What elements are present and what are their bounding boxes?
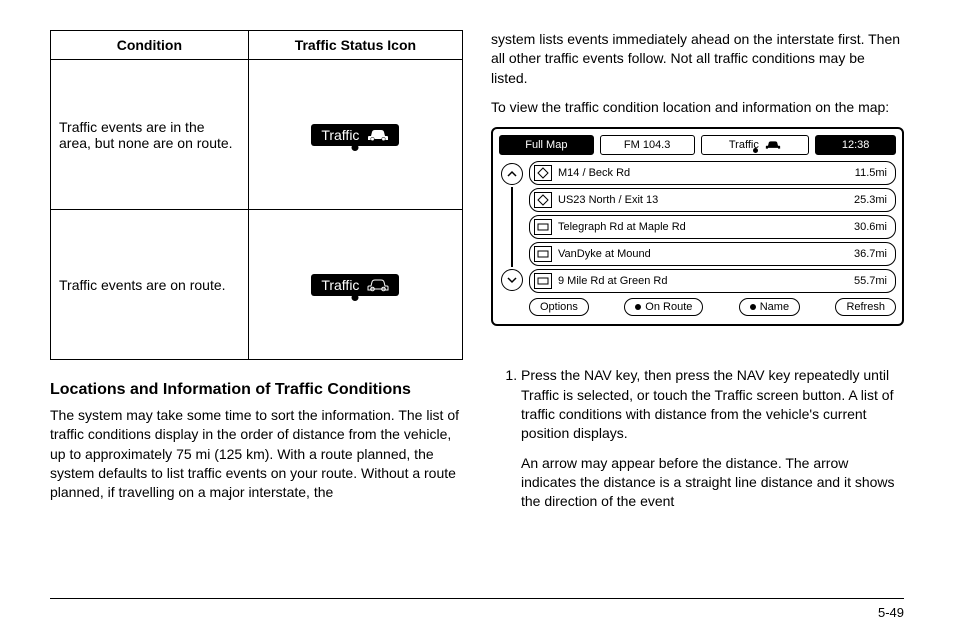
table-row: Traffic events are on route. Traffic bbox=[51, 210, 463, 360]
row-distance: 55.7mi bbox=[850, 275, 887, 287]
row-name: Telegraph Rd at Maple Rd bbox=[558, 221, 844, 233]
refresh-button[interactable]: Refresh bbox=[835, 298, 896, 316]
scroll-up-button[interactable] bbox=[501, 163, 523, 185]
step-1-sub: An arrow may appear before the distance.… bbox=[521, 454, 904, 512]
chevron-down-icon bbox=[507, 276, 517, 284]
instruction-list: Press the NAV key, then press the NAV ke… bbox=[491, 366, 904, 511]
row-distance: 25.3mi bbox=[850, 194, 887, 206]
tab-fullmap[interactable]: Full Map bbox=[499, 135, 594, 155]
traffic-badge-off-route: Traffic bbox=[311, 124, 399, 146]
th-condition: Condition bbox=[51, 31, 249, 60]
cond-2-text: Traffic events are on route. bbox=[51, 210, 249, 360]
traffic-screen-figure: Full Map FM 104.3 Traffic 12:38 bbox=[491, 127, 904, 326]
right-para-2: To view the traffic condition location a… bbox=[491, 98, 904, 117]
btn-label: On Route bbox=[645, 301, 692, 313]
tab-radio[interactable]: FM 104.3 bbox=[600, 135, 695, 155]
row-distance: 30.6mi bbox=[850, 221, 887, 233]
badge-dot-icon bbox=[352, 294, 359, 301]
traffic-event-icon bbox=[534, 165, 552, 181]
traffic-condition-table: Condition Traffic Status Icon Traffic ev… bbox=[50, 30, 463, 360]
left-para: The system may take some time to sort th… bbox=[50, 406, 463, 503]
traffic-event-icon bbox=[534, 219, 552, 235]
list-item[interactable]: M14 / Beck Rd 11.5mi bbox=[529, 161, 896, 185]
scroll-track bbox=[511, 187, 513, 267]
tab-clock[interactable]: 12:38 bbox=[815, 135, 896, 155]
tab-dot-icon bbox=[753, 148, 758, 153]
scroll-down-button[interactable] bbox=[501, 269, 523, 291]
traffic-badge-label: Traffic bbox=[321, 127, 359, 143]
cond-2-icon: Traffic bbox=[248, 210, 462, 360]
step-1: Press the NAV key, then press the NAV ke… bbox=[521, 366, 904, 511]
row-distance: 11.5mi bbox=[851, 167, 887, 179]
traffic-event-icon bbox=[534, 192, 552, 208]
row-name: US23 North / Exit 13 bbox=[558, 194, 844, 206]
on-route-button[interactable]: On Route bbox=[624, 298, 703, 316]
row-distance: 36.7mi bbox=[850, 248, 887, 260]
list-item[interactable]: Telegraph Rd at Maple Rd 30.6mi bbox=[529, 215, 896, 239]
row-name: VanDyke at Mound bbox=[558, 248, 844, 260]
right-para-1: system lists events immediately ahead on… bbox=[491, 30, 904, 88]
page-footer: 5-49 bbox=[50, 598, 904, 620]
btn-label: Name bbox=[760, 301, 789, 313]
name-button[interactable]: Name bbox=[739, 298, 800, 316]
traffic-list: M14 / Beck Rd 11.5mi US23 North / Exit 1… bbox=[529, 161, 896, 293]
traffic-event-icon bbox=[534, 273, 552, 289]
car-icon bbox=[367, 128, 389, 142]
dot-icon bbox=[635, 304, 641, 310]
nav-footer: Options On Route Name Refresh bbox=[499, 298, 896, 316]
step-1-text: Press the NAV key, then press the NAV ke… bbox=[521, 367, 893, 441]
traffic-event-icon bbox=[534, 246, 552, 262]
traffic-badge-label: Traffic bbox=[321, 277, 359, 293]
badge-dot-icon bbox=[352, 144, 359, 151]
page-number: 5-49 bbox=[878, 605, 904, 620]
nav-header: Full Map FM 104.3 Traffic 12:38 bbox=[499, 135, 896, 155]
cond-1-text: Traffic events are in the area, but none… bbox=[51, 60, 249, 210]
tab-traffic[interactable]: Traffic bbox=[701, 135, 810, 155]
scroll-arrows bbox=[499, 161, 525, 293]
cond-1-icon: Traffic bbox=[248, 60, 462, 210]
section-heading: Locations and Information of Traffic Con… bbox=[50, 380, 463, 400]
car-icon bbox=[765, 140, 781, 150]
traffic-badge-on-route: Traffic bbox=[311, 274, 399, 296]
row-name: 9 Mile Rd at Green Rd bbox=[558, 275, 844, 287]
chevron-up-icon bbox=[507, 170, 517, 178]
table-row: Traffic events are in the area, but none… bbox=[51, 60, 463, 210]
th-icon: Traffic Status Icon bbox=[248, 31, 462, 60]
list-item[interactable]: US23 North / Exit 13 25.3mi bbox=[529, 188, 896, 212]
list-item[interactable]: VanDyke at Mound 36.7mi bbox=[529, 242, 896, 266]
row-name: M14 / Beck Rd bbox=[558, 167, 845, 179]
options-button[interactable]: Options bbox=[529, 298, 589, 316]
dot-icon bbox=[750, 304, 756, 310]
list-item[interactable]: 9 Mile Rd at Green Rd 55.7mi bbox=[529, 269, 896, 293]
car-icon bbox=[367, 278, 389, 292]
